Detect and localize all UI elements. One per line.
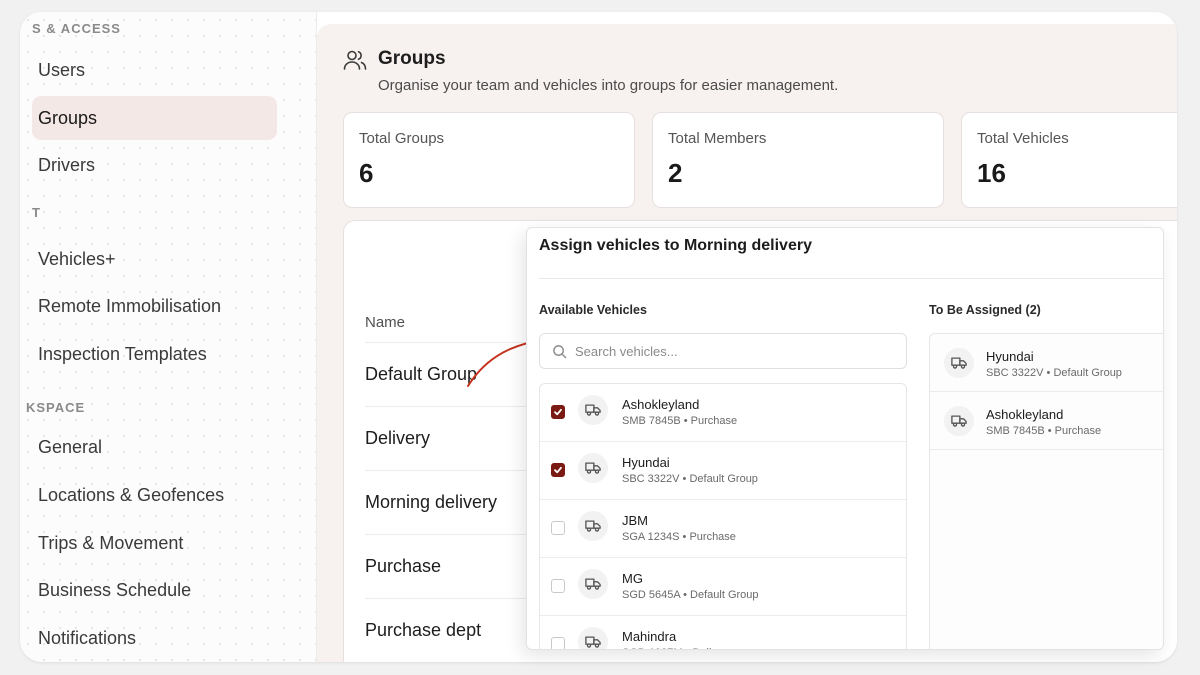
vehicle-checkbox[interactable]	[551, 463, 565, 477]
sidebar-item-trips-movement[interactable]: Trips & Movement	[32, 521, 277, 565]
page-subtitle: Organise your team and vehicles into gro…	[378, 77, 839, 94]
vehicle-meta: SGD 1987M • Delivery	[622, 647, 732, 649]
sidebar-item-remote-immobilisation[interactable]: Remote Immobilisation	[32, 284, 277, 328]
vehicle-name: Ashokleyland	[986, 407, 1064, 422]
truck-icon	[944, 348, 974, 378]
truck-icon	[578, 627, 608, 649]
search-box[interactable]	[539, 333, 907, 369]
search-vehicles-input[interactable]	[575, 343, 875, 359]
vehicle-list-item[interactable]: Ashokleyland SMB 7845B • Purchase	[540, 384, 906, 442]
sidebar-item-general[interactable]: General	[32, 425, 277, 469]
vehicle-meta: SGD 5645A • Default Group	[622, 589, 759, 601]
sidebar-item-label: Remote Immobilisation	[38, 295, 222, 316]
vehicle-list-item[interactable]: Hyundai SBC 3322V • Default Group	[540, 442, 906, 500]
assigned-vehicle-item[interactable]: Ashokleyland SMB 7845B • Purchase	[930, 392, 1163, 450]
sidebar-item-locations-geofences[interactable]: Locations & Geofences	[32, 473, 277, 517]
truck-icon	[578, 395, 608, 425]
available-vehicles-title: Available Vehicles	[539, 303, 647, 317]
sidebar-item-label: Trips & Movement	[38, 532, 184, 553]
sidebar-item-label: Business Schedule	[38, 579, 192, 600]
vehicle-checkbox[interactable]	[551, 521, 565, 535]
sidebar-item-label: Users	[38, 59, 86, 80]
sidebar-item-business-schedule[interactable]: Business Schedule	[32, 568, 277, 612]
vehicle-name: Hyundai	[622, 455, 670, 470]
truck-icon	[578, 511, 608, 541]
vehicle-checkbox[interactable]	[551, 405, 565, 419]
sidebar-item-notifications[interactable]: Notifications	[32, 616, 277, 660]
vehicle-name: Hyundai	[986, 349, 1034, 364]
vehicle-name: JBM	[622, 513, 648, 528]
stat-value: 6	[359, 158, 374, 188]
sidebar-item-groups[interactable]: Groups	[32, 96, 277, 140]
assigned-vehicle-item[interactable]: Hyundai SBC 3322V • Default Group	[930, 334, 1163, 392]
sidebar-item-label: Vehicles+	[38, 248, 116, 269]
search-icon	[553, 344, 567, 358]
group-name: Morning delivery	[365, 492, 498, 512]
vehicle-list-item[interactable]: Mahindra SGD 1987M • Delivery	[540, 616, 906, 649]
table-row[interactable]: Purchase dept	[365, 598, 545, 662]
page-title: Groups	[378, 48, 446, 69]
group-name: Delivery	[365, 428, 431, 448]
truck-icon	[944, 406, 974, 436]
group-name: Purchase dept	[365, 620, 482, 640]
vehicle-meta: SMB 7845B • Purchase	[986, 425, 1102, 437]
table-row[interactable]: Purchase	[365, 534, 545, 598]
sidebar-item-label: Inspection Templates	[38, 343, 207, 364]
truck-icon	[578, 569, 608, 599]
sidebar-item-label: General	[38, 436, 103, 457]
stat-card-total-members: Total Members 2	[652, 112, 944, 208]
vehicle-name: Mahindra	[622, 629, 677, 644]
vehicle-list-item[interactable]: MG SGD 5645A • Default Group	[540, 558, 906, 616]
sidebar-item-vehicles[interactable]: Vehicles+	[32, 237, 277, 281]
sidebar-item-label: Drivers	[38, 154, 95, 175]
settings-sidebar: S & ACCESS Users Groups Drivers T Vehicl…	[20, 12, 317, 662]
truck-icon	[578, 453, 608, 483]
vehicle-list-item[interactable]: JBM SGA 1234S • Purchase	[540, 500, 906, 558]
vehicle-checkbox[interactable]	[551, 637, 565, 649]
section-label-workspace: KSPACE	[26, 400, 86, 415]
stat-label: Total Groups	[359, 130, 445, 147]
sidebar-item-drivers[interactable]: Drivers	[32, 143, 277, 187]
modal-title: Assign vehicles to Morning delivery	[539, 237, 812, 254]
sidebar-item-users[interactable]: Users	[32, 48, 277, 92]
divider	[539, 278, 1163, 279]
vehicle-meta: SBC 3322V • Default Group	[622, 473, 758, 485]
section-label-access: S & ACCESS	[32, 21, 121, 36]
vehicle-checkbox[interactable]	[551, 579, 565, 593]
table-row[interactable]: Delivery	[365, 406, 545, 470]
section-label-fleet: T	[32, 205, 41, 220]
sidebar-item-label: Groups	[38, 107, 98, 128]
group-name: Purchase	[365, 556, 442, 576]
table-row[interactable]: Morning delivery	[365, 470, 545, 534]
column-header-name: Name	[365, 314, 406, 331]
stat-value: 2	[668, 158, 683, 188]
users-icon	[343, 50, 367, 70]
vehicle-name: MG	[622, 571, 643, 586]
stat-label: Total Vehicles	[977, 130, 1069, 147]
vehicle-meta: SGA 1234S • Purchase	[622, 531, 736, 543]
assigned-vehicles-list: Hyundai SBC 3322V • Default Group Ashokley…	[929, 333, 1163, 649]
stat-card-total-vehicles: Total Vehicles 16	[961, 112, 1177, 208]
sidebar-item-inspection-templates[interactable]: Inspection Templates	[32, 332, 277, 376]
available-vehicles-list: Ashokleyland SMB 7845B • Purchase Hyundai S…	[539, 383, 907, 649]
to-be-assigned-title: To Be Assigned (2)	[929, 303, 1041, 317]
sidebar-item-label: Notifications	[38, 627, 137, 648]
sidebar-item-label: Locations & Geofences	[38, 484, 225, 505]
vehicle-meta: SMB 7845B • Purchase	[622, 415, 738, 427]
vehicle-meta: SBC 3322V • Default Group	[986, 367, 1122, 379]
assign-vehicles-modal: Assign vehicles to Morning delivery Avai…	[526, 227, 1164, 650]
vehicle-name: Ashokleyland	[622, 397, 700, 412]
stat-value: 16	[977, 158, 1006, 188]
stat-label: Total Members	[668, 130, 767, 147]
stat-card-total-groups: Total Groups 6	[343, 112, 635, 208]
